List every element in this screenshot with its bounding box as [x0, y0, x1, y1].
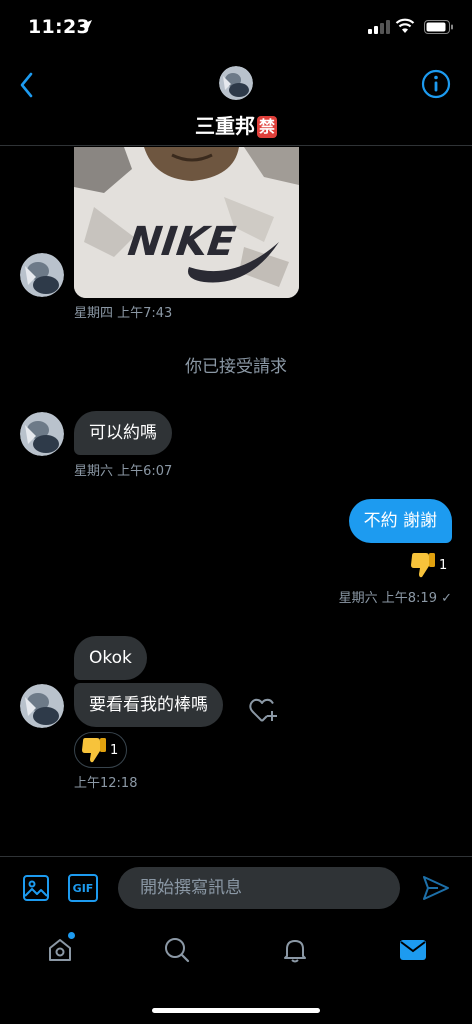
tab-notifications[interactable]: [277, 932, 313, 968]
search-icon: [165, 938, 190, 963]
send-icon[interactable]: [422, 875, 450, 901]
message-timestamp: 星期六 上午8:19 ✓: [338, 591, 452, 606]
gif-icon[interactable]: GIF: [68, 874, 98, 902]
incoming-message[interactable]: 要看看我的棒嗎: [74, 683, 223, 727]
message-timestamp: 星期六 上午6:07: [74, 464, 173, 479]
heart-add-icon[interactable]: [249, 697, 279, 725]
gif-label: GIF: [72, 881, 94, 895]
message-input[interactable]: [118, 867, 400, 909]
bell-icon: [284, 940, 306, 963]
message-composer: GIF: [0, 856, 472, 918]
request-accepted-notice: 你已接受請求: [185, 357, 287, 377]
home-icon: [49, 939, 71, 961]
status-bar: 11:23: [0, 0, 472, 56]
back-icon[interactable]: [14, 68, 42, 102]
photo-message[interactable]: NIKE: [74, 147, 299, 298]
message-timestamp: 上午12:18: [74, 776, 138, 791]
wifi-icon: [395, 18, 415, 33]
info-icon[interactable]: [420, 68, 452, 100]
home-indicator: [152, 1008, 320, 1013]
location-arrow-icon: [81, 20, 92, 31]
contact-avatar[interactable]: [20, 412, 64, 456]
reaction-count: 1: [439, 557, 448, 573]
incoming-message[interactable]: Okok: [74, 636, 147, 680]
outgoing-message[interactable]: 不約 謝謝: [348, 499, 452, 543]
ban-badge: 禁: [256, 116, 277, 138]
thumbs-down-icon: [82, 738, 106, 763]
svg-text:NIKE: NIKE: [121, 218, 243, 265]
thumbs-down-icon: [411, 553, 435, 578]
image-icon[interactable]: [22, 874, 50, 902]
conversation-header: 三重邦禁: [0, 56, 472, 146]
contact-name-text: 三重邦: [194, 114, 255, 138]
mail-icon: [400, 940, 426, 960]
contact-avatar[interactable]: [20, 684, 64, 728]
reaction-badge[interactable]: 1: [74, 732, 128, 768]
tab-messages[interactable]: [395, 932, 431, 968]
battery-icon: [424, 20, 453, 34]
header-avatar[interactable]: [219, 66, 253, 100]
tab-search[interactable]: [159, 932, 195, 968]
incoming-message[interactable]: 可以約嗎: [74, 411, 172, 455]
reaction-badge[interactable]: 1: [404, 547, 455, 583]
notification-dot: [68, 932, 75, 939]
contact-name: 三重邦禁: [0, 110, 472, 139]
contact-avatar[interactable]: [20, 253, 64, 297]
message-timestamp: 星期四 上午7:43: [74, 306, 173, 321]
tab-bar: [0, 918, 472, 988]
reaction-count: 1: [110, 742, 119, 758]
tab-home[interactable]: [42, 932, 78, 968]
signal-icon: [368, 20, 390, 34]
